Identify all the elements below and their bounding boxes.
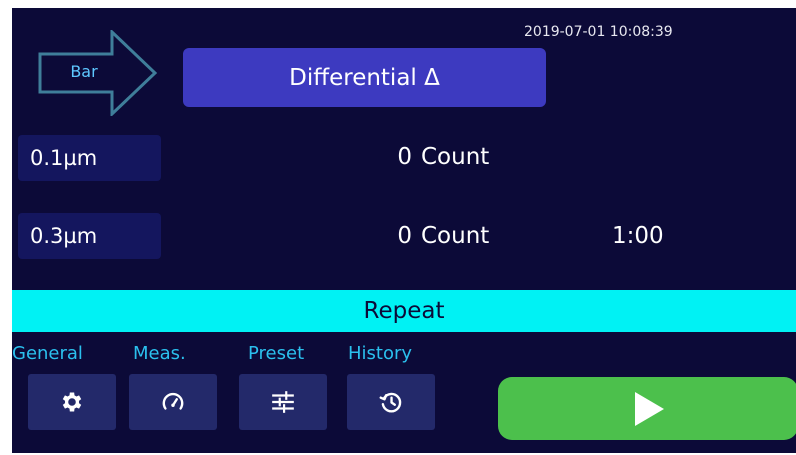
tab-history-button[interactable] bbox=[347, 374, 435, 430]
tab-general-button[interactable] bbox=[28, 374, 116, 430]
play-icon bbox=[635, 391, 664, 426]
view-toggle-button[interactable]: Bar bbox=[38, 30, 158, 116]
tab-history-label: History bbox=[348, 343, 413, 364]
gear-icon bbox=[62, 392, 82, 412]
count-value-1: 0 bbox=[397, 144, 412, 170]
tab-preset-label: Preset bbox=[248, 343, 305, 364]
device-screen: 2019-07-01 10:08:39 Bar Differential Δ 0… bbox=[12, 8, 796, 453]
count-unit-1: Count bbox=[421, 144, 490, 170]
history-icon bbox=[379, 392, 402, 413]
size-channel-2-button[interactable]: 0.3µm bbox=[18, 213, 161, 259]
timer-display: 1:00 bbox=[612, 223, 664, 249]
tab-preset-button[interactable] bbox=[239, 374, 327, 430]
count-value-2: 0 bbox=[397, 223, 412, 249]
view-toggle-label: Bar bbox=[70, 62, 98, 81]
tab-meas-button[interactable] bbox=[129, 374, 217, 430]
tab-general-label: General bbox=[12, 343, 83, 364]
sliders-icon bbox=[272, 391, 294, 413]
start-button[interactable] bbox=[498, 377, 796, 440]
count-unit-2: Count bbox=[421, 223, 490, 249]
timestamp: 2019-07-01 10:08:39 bbox=[524, 24, 673, 40]
mode-button[interactable]: Differential Δ bbox=[183, 48, 546, 107]
size-channel-1-button[interactable]: 0.1µm bbox=[18, 135, 161, 181]
repeat-bar[interactable]: Repeat bbox=[12, 290, 796, 332]
tab-meas-label: Meas. bbox=[133, 343, 186, 364]
gauge-icon bbox=[162, 392, 184, 410]
